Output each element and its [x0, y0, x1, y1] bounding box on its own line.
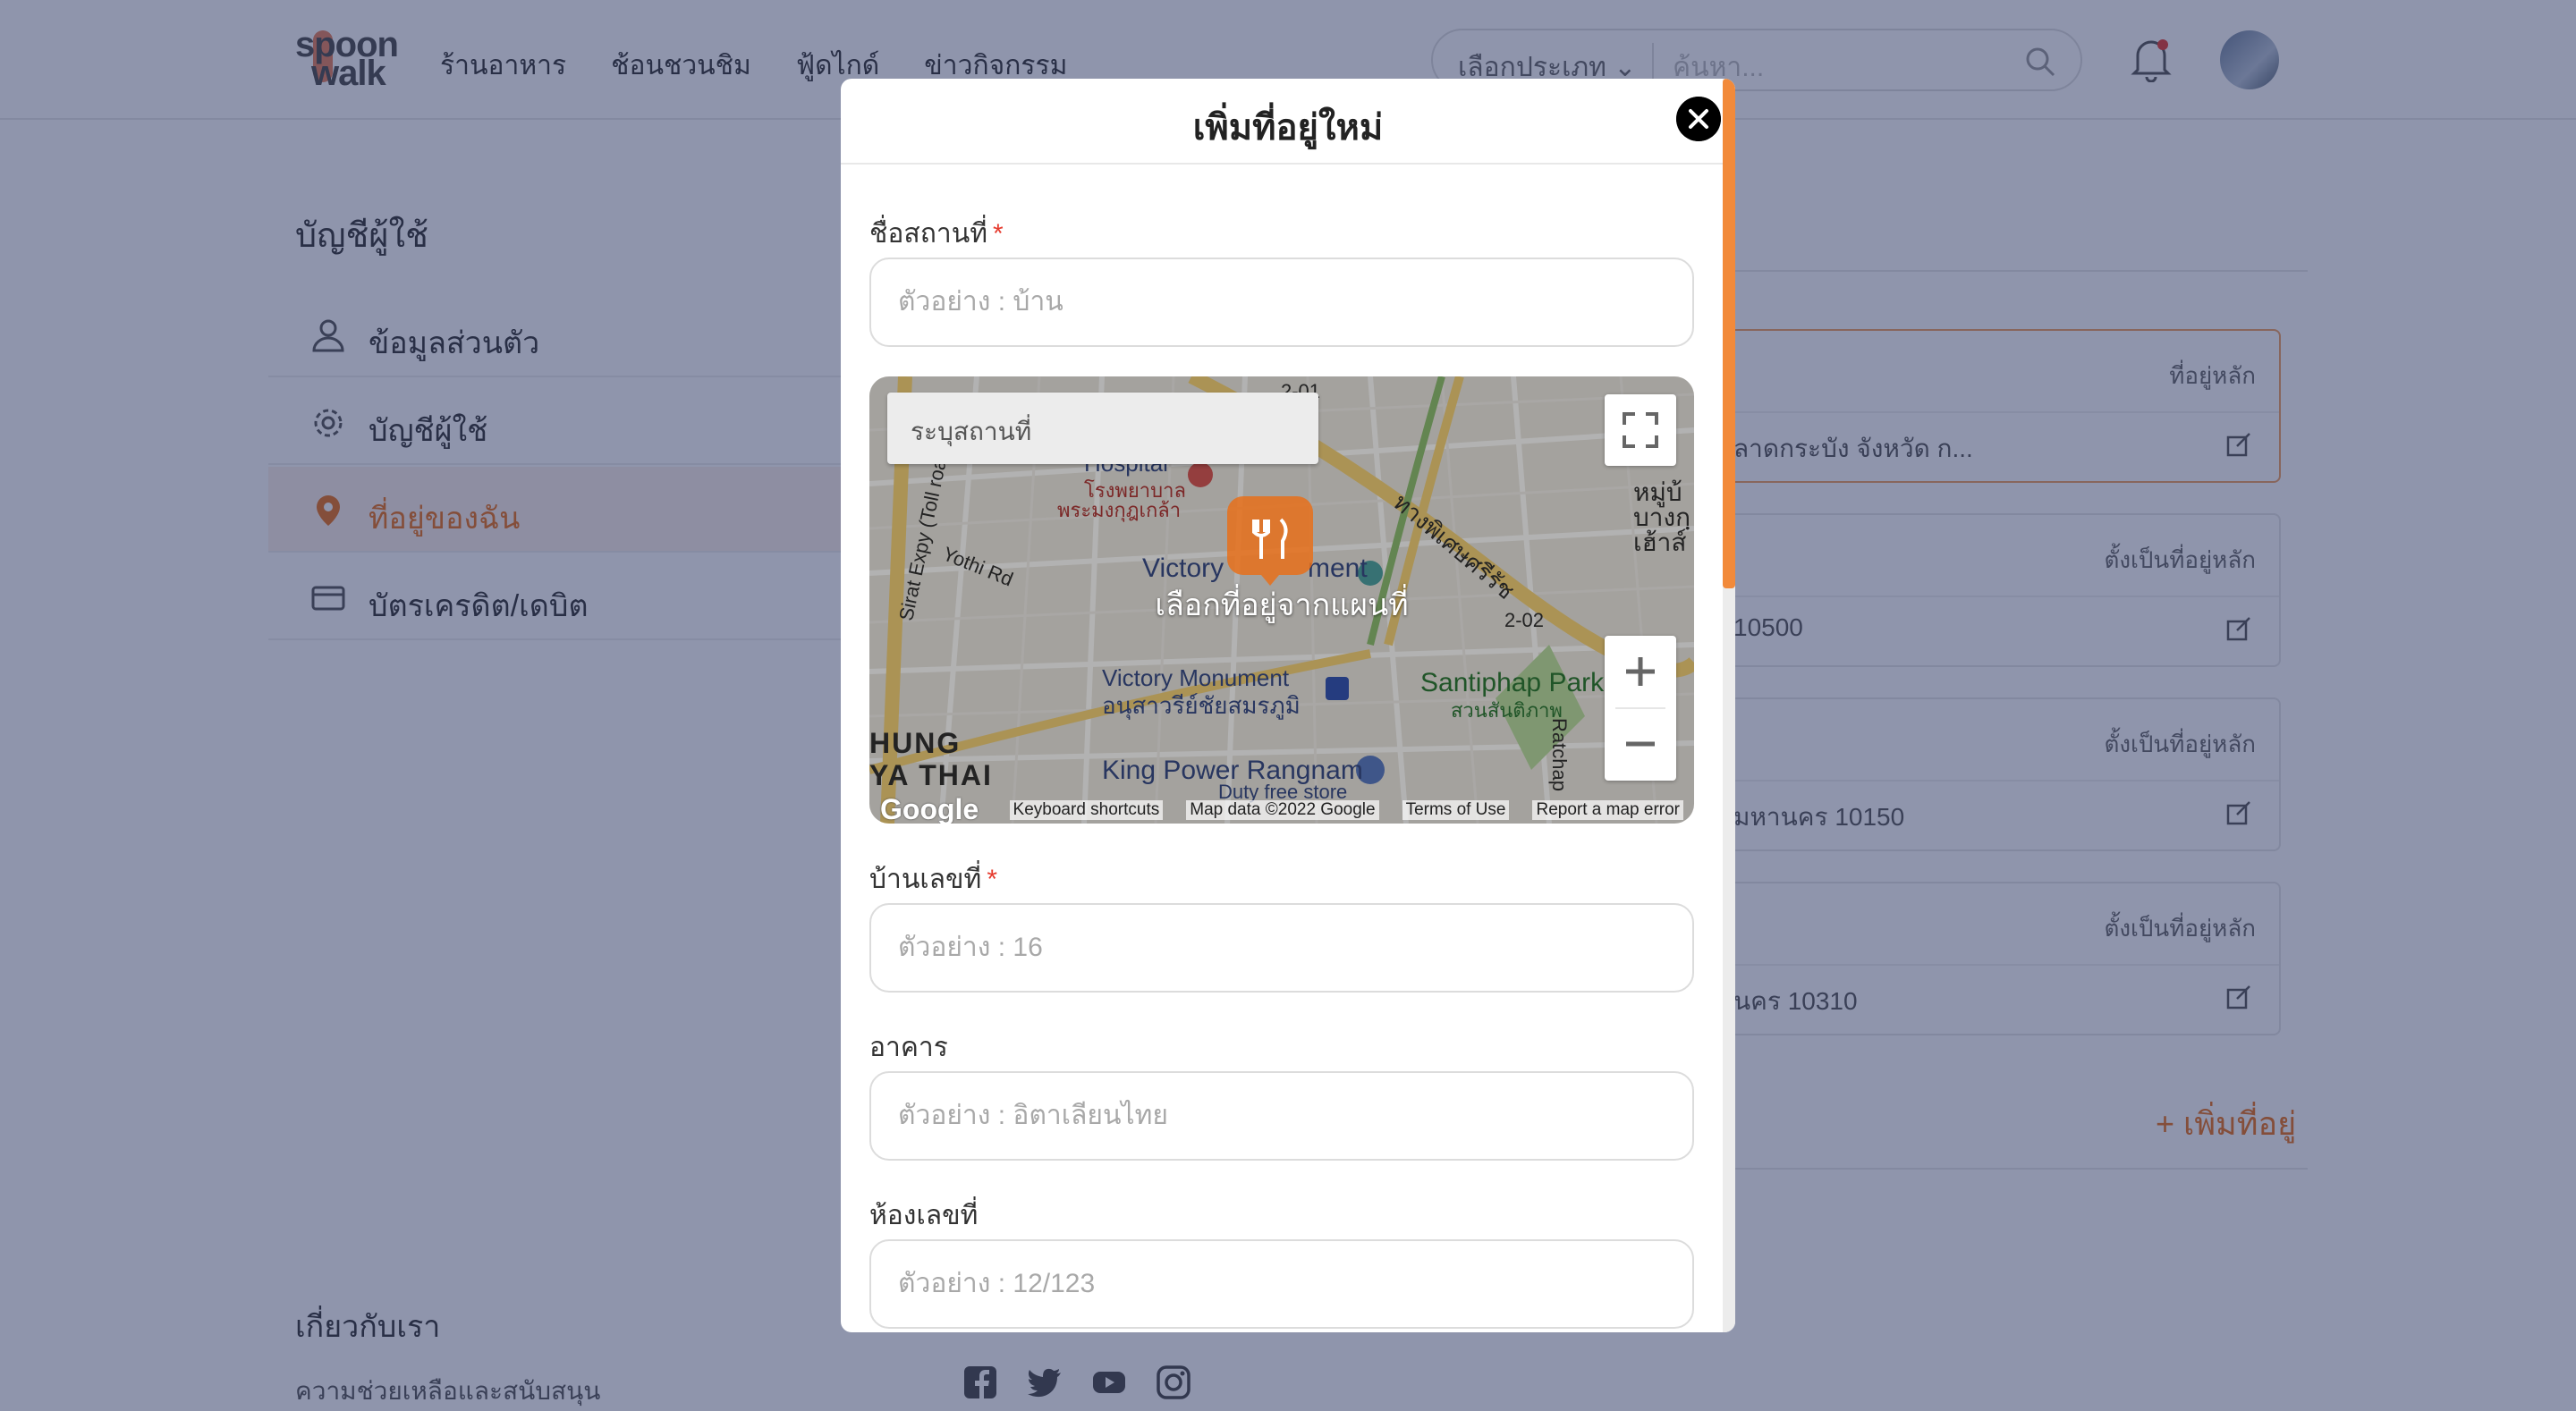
modal-header: เพิ่มที่อยู่ใหม่	[841, 79, 1735, 165]
building-label: อาคาร	[869, 1033, 948, 1062]
report-error-link[interactable]: Report a map error	[1532, 800, 1683, 820]
keyboard-shortcuts-link[interactable]: Keyboard shortcuts	[1009, 800, 1164, 820]
place-name-field[interactable]	[869, 258, 1694, 347]
modal-title: เพิ่มที่อยู่ใหม่	[1192, 108, 1384, 148]
select-from-map-button[interactable]: เลือกที่อยู่จากแผนที่	[869, 580, 1694, 629]
modal-scrollbar-thumb[interactable]	[1723, 79, 1735, 588]
fullscreen-button[interactable]	[1605, 394, 1676, 466]
house-number-field[interactable]	[869, 903, 1694, 993]
place-name-label: ชื่อสถานที่ *	[869, 213, 1004, 255]
map-attribution: Google Keyboard shortcuts Map data ©2022…	[869, 793, 1694, 824]
map-search-placeholder: ระบุสถานที่	[911, 418, 1032, 445]
map-picker[interactable]: Hospital โรงพยาบาล พระมงกุฎเกล้า Victory…	[869, 376, 1694, 824]
required-mark: *	[992, 219, 1004, 249]
add-address-modal: เพิ่มที่อยู่ใหม่ ชื่อสถานที่ * ตัวอย่าง …	[841, 79, 1735, 1332]
house-number-label-text: บ้านเลขที่	[869, 865, 982, 894]
room-number-input[interactable]	[898, 1241, 1667, 1327]
restaurant-pin-icon[interactable]	[1227, 496, 1313, 586]
map-data-text: Map data ©2022 Google	[1186, 800, 1379, 820]
room-number-field[interactable]	[869, 1239, 1694, 1329]
house-number-label: บ้านเลขที่ *	[869, 858, 997, 900]
house-number-input[interactable]	[898, 905, 1667, 991]
close-icon[interactable]	[1676, 97, 1721, 141]
room-number-label: ห้องเลขที่	[869, 1201, 979, 1230]
building-input[interactable]	[898, 1073, 1667, 1159]
fullscreen-icon	[1623, 412, 1658, 448]
zoom-control	[1605, 636, 1676, 781]
place-name-input[interactable]	[898, 259, 1667, 345]
terms-link[interactable]: Terms of Use	[1402, 800, 1510, 820]
required-mark: *	[987, 865, 998, 894]
google-logo: Google	[880, 793, 979, 824]
map-footer-links: Keyboard shortcuts Map data ©2022 Google…	[1009, 800, 1683, 820]
building-field[interactable]	[869, 1071, 1694, 1161]
zoom-out-icon[interactable]	[1605, 708, 1676, 781]
map-search-box[interactable]: ระบุสถานที่	[887, 393, 1318, 464]
zoom-in-icon[interactable]	[1605, 636, 1676, 708]
place-name-label-text: ชื่อสถานที่	[869, 219, 987, 249]
